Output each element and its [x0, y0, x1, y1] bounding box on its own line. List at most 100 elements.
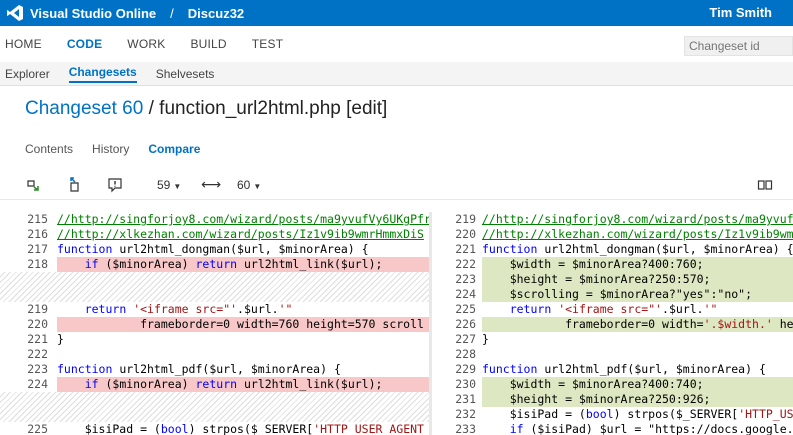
- code-line: 221 function url2html_dongman($url, $mino…: [432, 242, 793, 257]
- code-line: 227}: [432, 332, 793, 347]
- code-line: 225 $isiPad = (bool) strpos($_SERVER['HT…: [0, 422, 429, 435]
- chevron-down-icon: ▼: [253, 182, 262, 191]
- code-text: return '<iframe src="'.$url.'": [509, 302, 718, 316]
- visual-studio-logo-icon[interactable]: [6, 4, 24, 22]
- code-line: 225 return '<iframe src="'.$url.'": [432, 302, 793, 317]
- line-number: 215: [27, 212, 48, 226]
- added-code: frameborder=0 width='.$width.' height: [482, 317, 793, 332]
- added-code: $height = $minorArea?250:570;: [482, 272, 793, 287]
- line-number: 230: [455, 377, 476, 391]
- line-number: 221: [27, 332, 48, 346]
- left-version-value: 59: [157, 178, 171, 192]
- code-line: 218 if ($minorArea) return url2html_link…: [0, 257, 429, 272]
- line-number: 232: [455, 407, 476, 421]
- code-text: function url2html_dongman($url, $minorAr…: [57, 242, 369, 256]
- code-line: 223 function url2html_pdf($url, $minorAre…: [0, 362, 429, 377]
- code-line: 229 function url2html_pdf($url, $minorAre…: [432, 362, 793, 377]
- line-number: 219: [27, 302, 48, 316]
- nav-build[interactable]: BUILD: [190, 37, 226, 51]
- code-line: 215 //http://singforjoy8.com/wizard/posts…: [0, 212, 429, 227]
- line-number: 223: [455, 272, 476, 286]
- code-line: 219 return '<iframe src="'.$url.'": [0, 302, 429, 317]
- previous-change-icon[interactable]: [25, 177, 41, 193]
- title-separator: /: [143, 98, 160, 119]
- code-line: 233 if ($isiPad) $url = "https://docs.go…: [432, 422, 793, 435]
- code-line: 224 $scrolling = $minorArea?"yes":"no";: [432, 287, 793, 302]
- right-version-dropdown[interactable]: 60 ▼: [237, 178, 261, 192]
- subnav-shelvesets[interactable]: Shelvesets: [156, 67, 215, 81]
- line-number: 225: [455, 302, 476, 316]
- tab-contents[interactable]: Contents: [25, 142, 73, 156]
- main-nav: HOME CODE WORK BUILD TEST: [0, 26, 793, 62]
- code-text: function url2html_pdf($url, $minorArea) …: [482, 362, 766, 376]
- line-number: 223: [27, 362, 48, 376]
- project-name[interactable]: Discuz32: [188, 6, 244, 21]
- code-line: 221}: [0, 332, 429, 347]
- code-line: 220 frameborder=0 width=760 height=570 s…: [0, 317, 429, 332]
- deleted-code: frameborder=0 width=760 height=570 scrol…: [57, 317, 429, 332]
- comment-icon[interactable]: [107, 177, 123, 193]
- subnav-changesets[interactable]: Changesets: [68, 65, 137, 83]
- line-number: 222: [27, 347, 48, 361]
- tab-compare[interactable]: Compare: [148, 142, 200, 156]
- deleted-code: if ($minorArea) return url2html_link($ur…: [57, 377, 429, 392]
- product-name[interactable]: Visual Studio Online: [30, 6, 156, 21]
- code-line: 230 $width = $minorArea?400:740;: [432, 377, 793, 392]
- code-text: if ($isiPad) $url = "https://docs.google…: [509, 422, 793, 435]
- left-diff-pane[interactable]: 215 //http://singforjoy8.com/wizard/posts…: [0, 212, 429, 435]
- sub-nav: Explorer Changesets Shelvesets: [0, 62, 793, 86]
- line-number: 219: [455, 212, 476, 226]
- line-number: 228: [455, 347, 476, 361]
- diff-placeholder-row: [0, 392, 429, 422]
- nav-test[interactable]: TEST: [252, 37, 283, 51]
- changeset-search-input[interactable]: [684, 36, 793, 56]
- line-number: 222: [455, 257, 476, 271]
- code-line: 220 //http://xlkezhan.com/wizard/posts/Iz…: [432, 227, 793, 242]
- nav-work[interactable]: WORK: [127, 37, 165, 51]
- file-name: function_url2html.php [edit]: [159, 98, 388, 119]
- line-number: 224: [27, 377, 48, 391]
- diff-placeholder-row: [0, 272, 429, 302]
- user-name[interactable]: Tim Smith: [709, 5, 772, 20]
- code-text: //http://xlkezhan.com/wizard/posts/Iz1v9…: [482, 227, 793, 241]
- line-number: 226: [455, 317, 476, 331]
- line-number: 225: [27, 422, 48, 435]
- code-text: function url2html_dongman($url, $minorAr…: [482, 242, 793, 256]
- line-number: 233: [455, 422, 476, 435]
- top-bar: Visual Studio Online / Discuz32 Tim Smit…: [0, 0, 793, 26]
- line-number: 231: [455, 392, 476, 406]
- code-line: 217 function url2html_dongman($url, $mino…: [0, 242, 429, 257]
- code-line: 228: [432, 347, 793, 362]
- code-line: 232 $isiPad = (bool) strpos($_SERVER['HT…: [432, 407, 793, 422]
- left-version-dropdown[interactable]: 59 ▼: [157, 178, 181, 192]
- next-change-icon[interactable]: [66, 177, 82, 193]
- added-code: $width = $minorArea?400:760;: [482, 257, 793, 272]
- nav-code[interactable]: CODE: [67, 37, 102, 51]
- code-line: 219 //http://singforjoy8.com/wizard/posts…: [432, 212, 793, 227]
- code-line: 231 $height = $minorArea?250:926;: [432, 392, 793, 407]
- file-tabs: Contents History Compare: [25, 142, 219, 156]
- line-number: 220: [455, 227, 476, 241]
- code-text: return '<iframe src="'.$url.'": [84, 302, 293, 316]
- chevron-down-icon: ▼: [173, 182, 182, 191]
- line-number: 217: [27, 242, 48, 256]
- added-code: $width = $minorArea?400:740;: [482, 377, 793, 392]
- line-number: 216: [27, 227, 48, 241]
- line-number: 220: [27, 317, 48, 331]
- code-text: //http://singforjoy8.com/wizard/posts/ma…: [57, 212, 429, 226]
- code-line: 222 $width = $minorArea?400:760;: [432, 257, 793, 272]
- right-diff-pane[interactable]: 219 //http://singforjoy8.com/wizard/posts…: [432, 212, 793, 435]
- tab-history[interactable]: History: [92, 142, 129, 156]
- breadcrumb-separator: /: [170, 5, 174, 21]
- code-line: 222: [0, 347, 429, 362]
- added-code: $height = $minorArea?250:926;: [482, 392, 793, 407]
- added-code: $scrolling = $minorArea?"yes":"no";: [482, 287, 793, 302]
- subnav-explorer[interactable]: Explorer: [5, 67, 50, 81]
- code-text: }: [482, 332, 489, 346]
- changeset-link[interactable]: Changeset 60: [25, 98, 143, 119]
- code-text: //http://xlkezhan.com/wizard/posts/Iz1v9…: [57, 227, 424, 241]
- nav-home[interactable]: HOME: [5, 37, 42, 51]
- code-text: //http://singforjoy8.com/wizard/posts/ma…: [482, 212, 793, 226]
- side-by-side-icon[interactable]: [757, 177, 773, 193]
- line-number: 224: [455, 287, 476, 301]
